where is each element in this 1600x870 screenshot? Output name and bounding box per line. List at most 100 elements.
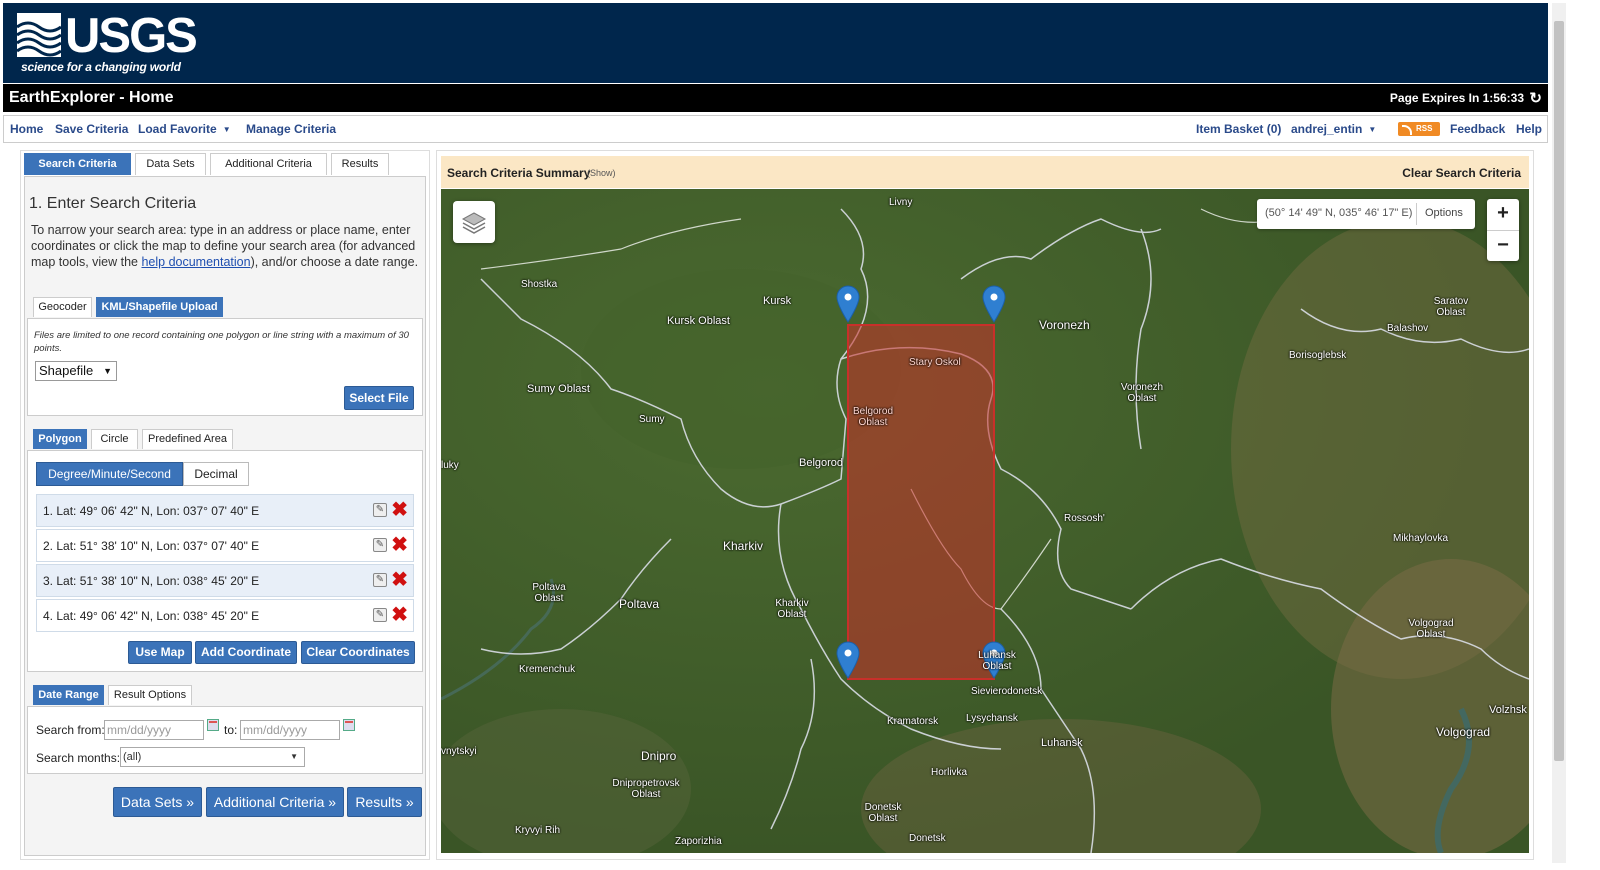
use-map-button[interactable]: Use Map — [128, 641, 192, 664]
nav-save-criteria[interactable]: Save Criteria — [55, 122, 128, 136]
tab-data-sets[interactable]: Data Sets — [135, 153, 206, 175]
page-scrollbar[interactable] — [1552, 3, 1566, 863]
add-coordinate-button[interactable]: Add Coordinate — [195, 641, 297, 664]
map-marker-icon[interactable] — [836, 641, 860, 679]
additional-criteria-button[interactable]: Additional Criteria » — [206, 787, 344, 817]
tab-decimal[interactable]: Decimal — [183, 462, 249, 486]
summary-show-link[interactable]: (Show) — [587, 168, 616, 178]
map-label-volzhsk: Volzhsk — [1489, 704, 1527, 716]
map-label-poltava: Poltava — [619, 597, 660, 611]
calendar-icon[interactable] — [343, 719, 355, 731]
search-from-input[interactable]: mm/dd/yyyy — [104, 720, 204, 740]
edit-icon[interactable]: ✎ — [373, 538, 387, 552]
data-sets-button[interactable]: Data Sets » — [113, 787, 202, 817]
clear-search-criteria-link[interactable]: Clear Search Criteria — [1402, 166, 1521, 180]
nav-user-menu[interactable]: andrej_entin ▼ — [1291, 122, 1376, 136]
page-title: EarthExplorer - Home — [9, 89, 174, 106]
map-label-kharkiv-oblast: Kharkiv Oblast — [775, 598, 809, 620]
area-of-interest-polygon[interactable] — [847, 324, 995, 680]
map-label-horlivka: Horlivka — [931, 767, 968, 778]
delete-icon[interactable]: ✖ — [391, 534, 408, 556]
chevron-down-icon: ▼ — [290, 752, 298, 761]
chevron-down-icon: ▼ — [1368, 125, 1377, 134]
file-type-select[interactable]: Shapefile ▼ — [35, 361, 117, 381]
edit-icon[interactable]: ✎ — [373, 608, 387, 622]
map-label-sievierodonetsk: Sievierodonetsk — [971, 686, 1043, 697]
edit-icon[interactable]: ✎ — [373, 503, 387, 517]
layers-button[interactable] — [453, 201, 495, 243]
clear-coordinates-button[interactable]: Clear Coordinates — [301, 641, 415, 664]
delete-icon[interactable]: ✖ — [391, 499, 408, 521]
delete-icon[interactable]: ✖ — [391, 604, 408, 626]
upload-note: Files are limited to one record containi… — [34, 330, 409, 354]
coordinate-row: 2. Lat: 51° 38' 10" N, Lon: 037° 07' 40"… — [36, 529, 414, 562]
coordinate-row: 3. Lat: 51° 38' 10" N, Lon: 038° 45' 20"… — [36, 564, 414, 597]
coordinate-row: 1. Lat: 49° 06' 42" N, Lon: 037° 07' 40"… — [36, 494, 414, 527]
map-label-kryvyi-rih: Kryvyi Rih — [515, 825, 561, 836]
map-label-volgograd-oblast: Volgograd Oblast — [1408, 618, 1454, 640]
chevron-down-icon: ▼ — [222, 125, 231, 134]
chevron-down-icon: ▼ — [103, 366, 112, 376]
coordinate-text: 4. Lat: 49° 06' 42" N, Lon: 038° 45' 20"… — [43, 609, 260, 623]
coordinate-row: 4. Lat: 49° 06' 42" N, Lon: 038° 45' 20"… — [36, 599, 414, 632]
tab-search-criteria[interactable]: Search Criteria — [24, 153, 131, 175]
map-label-kursk-oblast: Kursk Oblast — [667, 315, 730, 327]
zoom-out-button[interactable]: − — [1487, 231, 1519, 261]
nav-feedback[interactable]: Feedback — [1450, 122, 1505, 136]
coordinate-text: 3. Lat: 51° 38' 10" N, Lon: 038° 45' 20"… — [43, 574, 260, 588]
map-view[interactable]: Livny Shostka Kursk Kursk Oblast Voronez… — [441, 189, 1529, 853]
calendar-icon[interactable] — [207, 719, 219, 731]
nav-load-favorite[interactable]: Load Favorite ▼ — [138, 122, 231, 136]
tab-kml-shapefile-upload[interactable]: KML/Shapefile Upload — [96, 297, 223, 317]
zoom-control: + − — [1487, 199, 1519, 261]
nav-help[interactable]: Help — [1516, 122, 1542, 136]
rss-icon[interactable]: RSS — [1398, 122, 1440, 136]
tab-date-range[interactable]: Date Range — [33, 685, 104, 705]
nav-item-basket[interactable]: Item Basket (0) — [1196, 122, 1281, 136]
readout-divider — [1416, 203, 1417, 225]
search-to-label: to: — [224, 723, 238, 737]
map-label-luhansk-oblast: Luhansk Oblast — [978, 650, 1016, 672]
search-months-select[interactable]: (all) ▼ — [120, 747, 305, 767]
tab-degree-minute-second[interactable]: Degree/Minute/Second — [36, 462, 183, 486]
usgs-header: USGS science for a changing world — [3, 3, 1548, 83]
map-label-mikhaylovka: Mikhaylovka — [1393, 533, 1449, 544]
edit-icon[interactable]: ✎ — [373, 573, 387, 587]
coordinate-readout: (50° 14' 49" N, 035° 46' 17" E) Options — [1257, 199, 1475, 229]
map-options-button[interactable]: Options — [1425, 207, 1463, 219]
map-label-sumy: Sumy — [639, 414, 665, 425]
results-button[interactable]: Results » — [347, 787, 422, 817]
map-label-rossosh: Rossosh' — [1064, 513, 1105, 524]
delete-icon[interactable]: ✖ — [391, 569, 408, 591]
map-label-dnipro: Dnipro — [641, 749, 677, 763]
nav-home[interactable]: Home — [10, 122, 43, 136]
map-label-balashov: Balashov — [1387, 323, 1429, 334]
tab-predefined-area[interactable]: Predefined Area — [142, 429, 233, 449]
map-label-poltava-oblast: Poltava Oblast — [532, 582, 566, 604]
search-to-input[interactable]: mm/dd/yyyy — [240, 720, 340, 740]
tab-results[interactable]: Results — [331, 153, 389, 175]
map-marker-icon[interactable] — [982, 285, 1006, 323]
select-file-button[interactable]: Select File — [344, 386, 414, 410]
help-documentation-link[interactable]: help documentation — [141, 255, 250, 269]
zoom-in-button[interactable]: + — [1487, 199, 1519, 229]
layers-icon — [461, 212, 487, 234]
file-type-value: Shapefile — [39, 363, 94, 378]
tab-additional-criteria[interactable]: Additional Criteria — [210, 153, 327, 175]
usgs-tagline: science for a changing world — [21, 60, 181, 74]
map-label-donetsk-oblast: Donetsk Oblast — [864, 802, 902, 824]
cursor-coordinates: (50° 14' 49" N, 035° 46' 17" E) — [1265, 207, 1413, 219]
refresh-icon[interactable]: ↻ — [1529, 89, 1542, 107]
map-label-zaporizhia: Zaporizhia — [675, 836, 722, 847]
tab-result-options[interactable]: Result Options — [108, 685, 192, 705]
map-marker-icon[interactable] — [836, 285, 860, 323]
scrollbar-thumb[interactable] — [1554, 21, 1564, 761]
summary-title: Search Criteria Summary — [447, 166, 591, 180]
tab-polygon[interactable]: Polygon — [33, 429, 87, 449]
upload-panel: Files are limited to one record containi… — [27, 318, 423, 416]
polygon-panel: Degree/Minute/Second Decimal 1. Lat: 49°… — [27, 450, 423, 672]
tab-circle[interactable]: Circle — [91, 429, 138, 449]
nav-manage-criteria[interactable]: Manage Criteria — [246, 122, 336, 136]
tab-geocoder[interactable]: Geocoder — [33, 297, 92, 317]
coordinate-text: 1. Lat: 49° 06' 42" N, Lon: 037° 07' 40"… — [43, 504, 260, 518]
